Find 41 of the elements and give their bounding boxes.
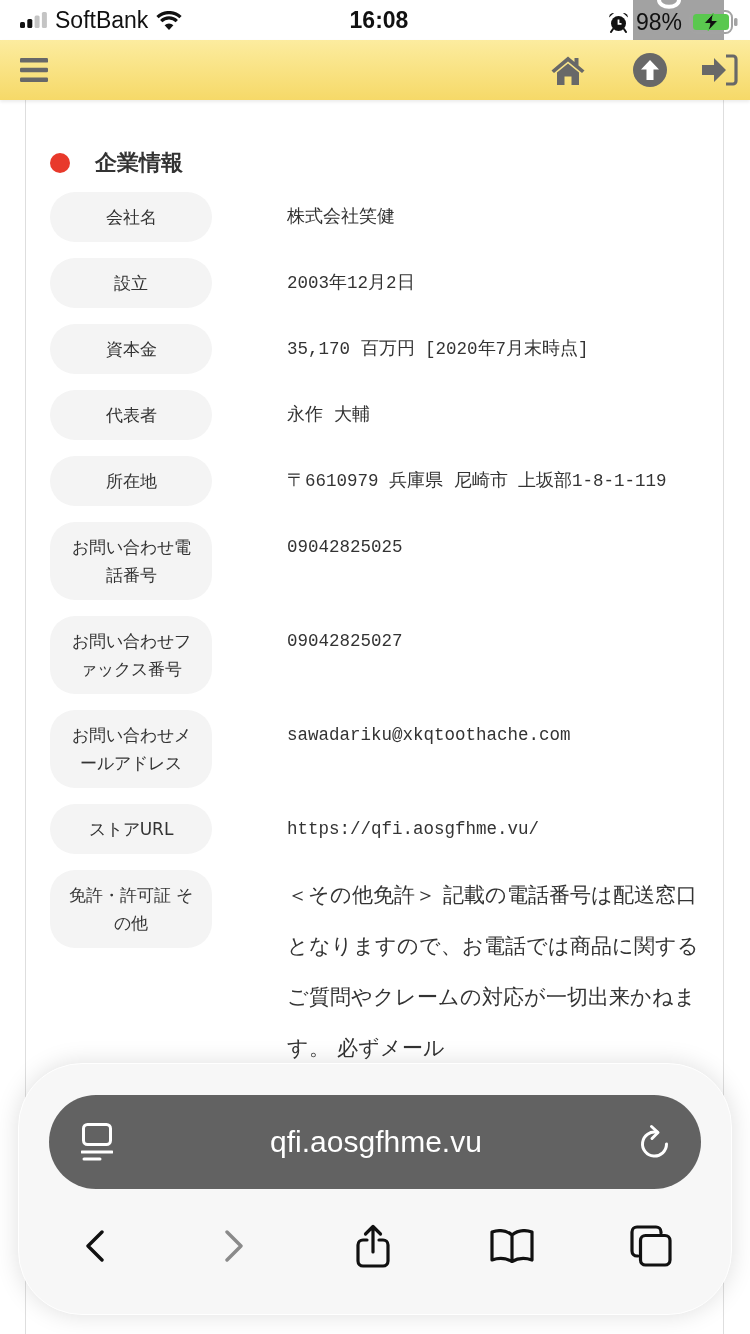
sign-in-icon[interactable] [702, 54, 738, 86]
menu-icon[interactable] [20, 58, 48, 82]
book-icon[interactable] [489, 1229, 534, 1263]
field-label: 会社名 [50, 192, 212, 242]
signal-icon [20, 12, 47, 28]
reload-icon[interactable] [639, 1124, 671, 1160]
field-value: 〒6610979 兵庫県 尼崎市 上坂部1-8-1-119 [287, 470, 668, 493]
search-icon [657, 0, 681, 9]
field-value: 35,170 百万円 [2020年7月末時点] [287, 338, 590, 361]
clock-time: 16:08 [349, 6, 409, 34]
field-value: ＜その他免許＞ 記載の電話番号は配送窓口となりますので、お電話では商品に関するご質問やクレームの対応が一切出来かねます。 必ずメール [287, 883, 699, 1060]
field-label: 設立 [50, 258, 212, 308]
field-value: 09042825027 [287, 630, 404, 653]
field-value: 09042825025 [287, 536, 404, 559]
field-value: sawadariku@xkqtoothache.com [287, 724, 572, 747]
home-icon[interactable] [551, 55, 585, 85]
battery-percent: 98% [635, 11, 682, 33]
bullet-icon [50, 153, 70, 173]
up-arrow-circle-icon[interactable] [633, 53, 667, 87]
field-label: お問い合わせ電話番号 [50, 522, 212, 600]
field-label: 資本金 [50, 324, 212, 374]
field-value: 株式会社笑健 [287, 206, 396, 229]
field-value: 2003年12月2日 [287, 272, 416, 295]
field-label: お問い合わせメールアドレス [50, 710, 212, 788]
reader-icon[interactable] [81, 1123, 113, 1161]
address-bar[interactable]: qfi.aosgfhme.vu [49, 1095, 701, 1189]
field-label: 免許・許可証 その他 [50, 870, 212, 948]
share-icon[interactable] [355, 1224, 390, 1268]
field-label: 所在地 [50, 456, 212, 506]
field-value: 永作 大輔 [287, 404, 371, 427]
address-text: qfi.aosgfhme.vu [269, 1125, 483, 1159]
alarm-clock-icon [607, 11, 629, 33]
carrier-name: SoftBank [55, 6, 149, 34]
field-label: ストアURL [50, 804, 212, 854]
back-icon[interactable] [84, 1230, 105, 1262]
tabs-icon[interactable] [629, 1225, 672, 1267]
field-label: お問い合わせファックス番号 [50, 616, 212, 694]
wifi-icon [156, 10, 183, 30]
section-title: 企業情報 [95, 149, 183, 177]
field-value: https://qfi.aosgfhme.vu/ [287, 818, 541, 841]
field-label: 代表者 [50, 390, 212, 440]
